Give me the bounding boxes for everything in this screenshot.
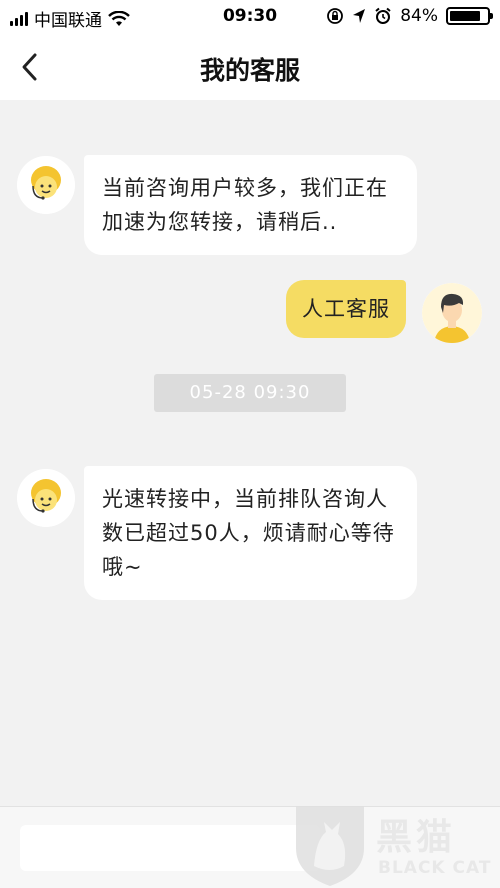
status-right-group: 84% bbox=[326, 6, 493, 26]
battery-icon bbox=[446, 7, 493, 25]
user-avatar[interactable] bbox=[422, 283, 482, 343]
agent-avatar-icon bbox=[17, 469, 75, 527]
user-message-bubble[interactable]: 人工客服 bbox=[286, 280, 406, 338]
agent-avatar-icon bbox=[17, 156, 75, 214]
nav-bar: 我的客服 bbox=[0, 34, 500, 100]
agent-avatar[interactable] bbox=[17, 469, 75, 527]
message-text: 光速转接中，当前排队咨询人数已超过50人，烦请耐心等待哦~ bbox=[102, 487, 395, 579]
user-avatar-icon bbox=[422, 283, 482, 343]
agent-message-bubble[interactable]: 光速转接中，当前排队咨询人数已超过50人，烦请耐心等待哦~ bbox=[84, 466, 417, 600]
agent-avatar[interactable] bbox=[17, 156, 75, 214]
watermark-cn: 黑猫 bbox=[376, 817, 457, 858]
message-text: 人工客服 bbox=[302, 297, 390, 321]
page-title: 我的客服 bbox=[199, 56, 300, 85]
status-bar: 中国联通 09:30 84% bbox=[0, 0, 500, 34]
chat-area[interactable]: 当前咨询用户较多，我们正在加速为您转接，请稍后.. 人工客服 05-28 09:… bbox=[0, 100, 500, 806]
battery-fill bbox=[450, 11, 481, 21]
message-input[interactable] bbox=[20, 825, 320, 871]
black-cat-logo-icon bbox=[296, 806, 364, 886]
battery-percent: 84% bbox=[400, 6, 438, 26]
alarm-icon bbox=[375, 7, 391, 24]
timestamp-badge: 05-28 09:30 bbox=[154, 374, 346, 412]
message-text: 当前咨询用户较多，我们正在加速为您转接，请稍后.. bbox=[102, 176, 388, 234]
agent-message-bubble[interactable]: 当前咨询用户较多，我们正在加速为您转接，请稍后.. bbox=[84, 155, 417, 255]
location-icon bbox=[353, 9, 366, 23]
watermark: 黑猫 BLACK CAT bbox=[290, 800, 500, 888]
rotation-lock-icon bbox=[327, 8, 344, 24]
watermark-en: BLACK CAT bbox=[378, 858, 492, 878]
